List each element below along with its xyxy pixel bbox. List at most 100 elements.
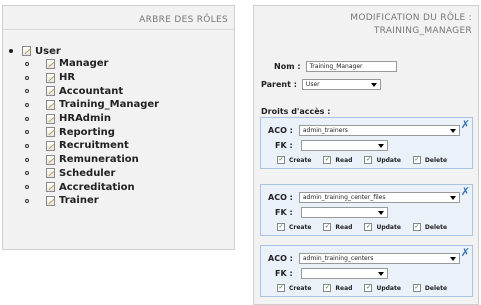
bullet-icon (25, 102, 29, 107)
checkbox-read[interactable]: ✓ (323, 284, 332, 292)
permission-read[interactable]: ✓ Read (323, 156, 352, 164)
chevron-down-icon (377, 272, 384, 276)
tree-node-training-manager[interactable]: Training_Manager (25, 98, 159, 112)
checkbox-read[interactable]: ✓ (323, 223, 332, 231)
document-edit-icon (46, 154, 55, 165)
tree-node-label[interactable]: Training_Manager (59, 99, 159, 110)
checkbox-update[interactable]: ✓ (364, 223, 373, 231)
bullet-icon (25, 61, 29, 66)
nom-input[interactable]: Training_Manager (305, 61, 397, 72)
fk-select[interactable] (300, 268, 388, 279)
chevron-down-icon (370, 83, 377, 87)
role-tree-children: Manager HR Accountant Training_Manager HRAdm… (25, 57, 159, 208)
checkbox-label: Delete (424, 223, 448, 231)
remove-icon[interactable]: ✗ (461, 185, 470, 198)
permission-delete[interactable]: ✓ Delete (412, 223, 448, 231)
checkbox-label: Update (376, 223, 401, 231)
tree-node-scheduler[interactable]: Scheduler (25, 167, 159, 181)
aco-select-value: admin_training_centers (302, 255, 374, 262)
tree-node-label[interactable]: HR (59, 72, 75, 83)
permission-delete[interactable]: ✓ Delete (412, 284, 448, 292)
permission-create[interactable]: ✓ Create (277, 284, 311, 292)
aco-select-value: admin_training_center_files (302, 194, 386, 201)
checkbox-label: Update (376, 284, 401, 292)
permission-create[interactable]: ✓ Create (277, 223, 311, 231)
fk-select[interactable] (300, 140, 388, 151)
fk-label: FK : (275, 208, 293, 217)
aco-label: ACO : (268, 193, 293, 202)
tree-node-label[interactable]: Remuneration (59, 154, 139, 165)
tree-node-label[interactable]: Recruitment (59, 140, 129, 151)
aco-select[interactable]: admin_training_center_files (298, 192, 460, 203)
checkbox-label: Delete (424, 284, 448, 292)
role-edit-title: MODIFICATION DU RÔLE : TRAINING_MANAGER (254, 6, 478, 38)
aco-row: ACO : admin_trainers (268, 125, 460, 136)
bullet-icon (25, 130, 29, 135)
permission-update[interactable]: ✓ Update (364, 223, 401, 231)
fk-label: FK : (275, 141, 293, 150)
permission-update[interactable]: ✓ Update (364, 156, 401, 164)
aco-select[interactable]: admin_training_centers (298, 253, 460, 264)
permission-create[interactable]: ✓ Create (277, 156, 311, 164)
aco-label: ACO : (268, 254, 293, 263)
parent-select[interactable]: User (301, 79, 381, 90)
chevron-down-icon (449, 196, 456, 200)
tree-node-label[interactable]: Trainer (59, 195, 99, 206)
parent-select-value: User (305, 81, 320, 88)
tree-node-label[interactable]: Reporting (59, 127, 115, 138)
tree-node-label[interactable]: User (35, 46, 61, 57)
checkbox-create[interactable]: ✓ (277, 223, 285, 231)
permission-read[interactable]: ✓ Read (323, 284, 352, 292)
bullet-icon (25, 89, 29, 94)
checkbox-delete[interactable]: ✓ (412, 223, 421, 231)
remove-icon[interactable]: ✗ (461, 246, 470, 259)
checkbox-label: Delete (424, 156, 448, 164)
fk-row: FK : (275, 207, 388, 218)
tree-node-label[interactable]: HRAdmin (59, 113, 111, 124)
permission-read[interactable]: ✓ Read (323, 223, 352, 231)
tree-node-label[interactable]: Manager (59, 58, 108, 69)
role-tree-panel: ARBRE DES RÔLES User Manager HR Accountant… (2, 5, 235, 250)
aco-select[interactable]: admin_trainers (298, 125, 460, 136)
tree-node-remuneration[interactable]: Remuneration (25, 153, 159, 167)
document-edit-icon (46, 182, 55, 193)
droits-acces-label: Droits d'accès : (261, 107, 331, 116)
checkbox-update[interactable]: ✓ (364, 156, 373, 164)
checkbox-read[interactable]: ✓ (323, 156, 332, 164)
bullet-icon (25, 171, 29, 176)
remove-icon[interactable]: ✗ (461, 118, 470, 131)
tree-node-label[interactable]: Accreditation (59, 182, 135, 193)
aco-permission-box: ✗ ACO : admin_trainers FK : ✓ Create ✓ Read ✓ Upd… (260, 117, 473, 169)
tree-node-hradmin[interactable]: HRAdmin (25, 112, 159, 126)
checkbox-create[interactable]: ✓ (277, 156, 285, 164)
checkbox-update[interactable]: ✓ (364, 284, 373, 292)
tree-node-accreditation[interactable]: Accreditation (25, 180, 159, 194)
aco-permission-box: ✗ ACO : admin_training_centers FK : ✓ Create ✓… (260, 245, 473, 297)
nom-label: Nom : (274, 62, 301, 71)
fk-label: FK : (275, 269, 293, 278)
checkbox-create[interactable]: ✓ (277, 284, 285, 292)
tree-node-recruitment[interactable]: Recruitment (25, 139, 159, 153)
document-edit-icon (46, 58, 55, 69)
tree-node-label[interactable]: Scheduler (59, 168, 115, 179)
checkbox-delete[interactable]: ✓ (412, 156, 421, 164)
fk-select[interactable] (300, 207, 388, 218)
checkbox-delete[interactable]: ✓ (412, 284, 421, 292)
tree-node-reporting[interactable]: Reporting (25, 125, 159, 139)
checkbox-label: Create (289, 223, 312, 231)
tree-node-hr[interactable]: HR (25, 71, 159, 85)
crud-checkboxes: ✓ Create ✓ Read ✓ Update ✓ Delete (277, 156, 459, 164)
bullet-icon (25, 198, 29, 203)
document-edit-icon (46, 168, 55, 179)
chevron-down-icon (377, 144, 384, 148)
permission-update[interactable]: ✓ Update (364, 284, 401, 292)
role-tree: User Manager HR Accountant Training_Manager… (9, 45, 159, 208)
crud-checkboxes: ✓ Create ✓ Read ✓ Update ✓ Delete (277, 223, 459, 231)
permission-delete[interactable]: ✓ Delete (412, 156, 448, 164)
checkbox-label: Read (335, 223, 353, 231)
tree-node-user[interactable]: User (9, 45, 159, 57)
tree-node-manager[interactable]: Manager (25, 57, 159, 71)
tree-node-label[interactable]: Accountant (59, 86, 123, 97)
tree-node-accountant[interactable]: Accountant (25, 84, 159, 98)
tree-node-trainer[interactable]: Trainer (25, 194, 159, 208)
